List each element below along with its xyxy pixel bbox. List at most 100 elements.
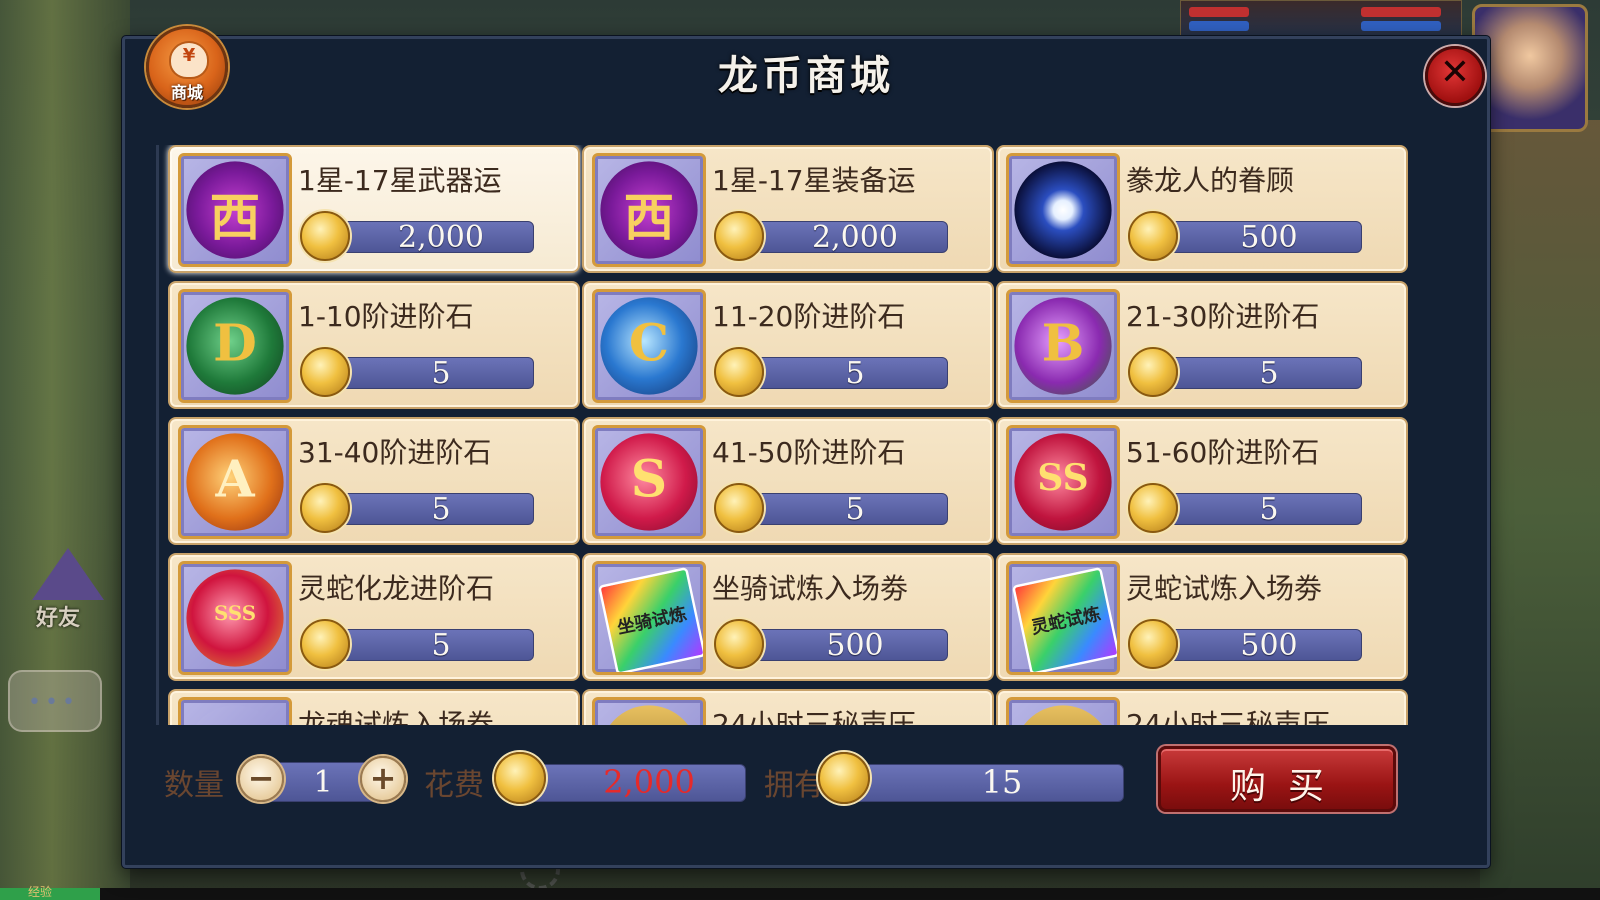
shop-item-card[interactable]: D 1-10阶进阶石 5 (168, 281, 580, 409)
decrease-quantity-button[interactable]: − (238, 756, 284, 802)
item-name: 24小时三秘声压 (712, 708, 916, 725)
grid-scroll-track[interactable] (156, 145, 159, 725)
close-button[interactable]: ✕ (1425, 46, 1485, 106)
shop-item-card[interactable]: 24小时三秘声压 (582, 689, 994, 725)
item-price-pill: 2,000 (732, 220, 948, 255)
mount-ticket-icon: 坐骑试炼 (597, 566, 703, 672)
item-price: 5 (431, 356, 451, 391)
item-icon-glyph: A (215, 449, 255, 509)
quantity-label: 数量 (164, 768, 224, 803)
background-dragon-pillar (0, 0, 130, 900)
hp-bar (1189, 7, 1249, 17)
dragon-coin-icon (1128, 211, 1178, 261)
item-icon-frame (1006, 153, 1120, 267)
dragon-coin-icon (714, 619, 764, 669)
shop-item-card[interactable]: B 21-30阶进阶石 5 (996, 281, 1408, 409)
increase-quantity-button[interactable]: + (360, 756, 406, 802)
moon-orb-icon (1014, 161, 1112, 259)
item-price: 5 (1259, 356, 1279, 391)
plus-icon: + (369, 759, 397, 797)
item-icon-frame: B (1006, 289, 1120, 403)
item-icon-glyph: 灵蛇试炼 (1029, 603, 1103, 639)
item-price: 500 (826, 628, 884, 663)
shop-item-card[interactable]: 灵蛇试炼 灵蛇试炼入场劵 500 (996, 553, 1408, 681)
stone-b-icon: B (1014, 297, 1112, 395)
item-name: 11-20阶进阶石 (712, 300, 906, 333)
item-name: 1星-17星武器运 (298, 164, 502, 197)
shop-item-card[interactable]: SS 51-60阶进阶石 5 (996, 417, 1408, 545)
friends-label: 好友 (36, 606, 81, 631)
item-icon-glyph: C (628, 313, 670, 373)
item-price-pill: 2,000 (318, 220, 534, 255)
dragon-coin-icon (714, 211, 764, 261)
shop-item-card[interactable]: 西 1星-17星装备运 2,000 (582, 145, 994, 273)
item-icon-frame: SS (1006, 425, 1120, 539)
shop-item-card[interactable]: 24小时三秘声压 (996, 689, 1408, 725)
item-icon-frame (592, 697, 706, 725)
item-icon-frame (178, 697, 292, 725)
gold-box-icon (1014, 705, 1112, 725)
top-hud-panel (1180, 0, 1462, 40)
ticket-icon (186, 705, 284, 725)
yen-symbol: ¥ (182, 45, 196, 66)
item-name: 24小时三秘声压 (1126, 708, 1330, 725)
purchase-bar: 数量 1 − + 花费 2,000 拥有 15 购买 (160, 746, 1400, 816)
shop-badge-icon: ¥ 商城 (146, 26, 228, 108)
item-icon-frame: 灵蛇试炼 (1006, 561, 1120, 675)
shop-item-card[interactable]: A 31-40阶进阶石 5 (168, 417, 580, 545)
cost-display: 2,000 (512, 763, 746, 802)
stone-s-icon: S (600, 433, 698, 531)
item-icon-frame: C (592, 289, 706, 403)
buy-button-label: 购买 (1229, 766, 1346, 807)
chat-button[interactable]: ••• (8, 670, 102, 732)
shop-item-card[interactable]: C 11-20阶进阶石 5 (582, 281, 994, 409)
shop-item-card[interactable]: 龙魂试炼入场券 (168, 689, 580, 725)
buy-button[interactable]: 购买 (1158, 746, 1396, 812)
item-price-pill: 5 (732, 356, 948, 391)
item-price-pill: 5 (318, 628, 534, 663)
owned-value: 15 (981, 763, 1023, 801)
cost-label: 花费 (424, 768, 484, 803)
shop-item-card[interactable]: 豢龙人的眷顾 500 (996, 145, 1408, 273)
stone-d-icon: D (186, 297, 284, 395)
shop-badge-label: 商城 (170, 83, 203, 102)
shop-item-card[interactable]: SSS 灵蛇化龙进阶石 5 (168, 553, 580, 681)
item-price-pill: 500 (1146, 628, 1362, 663)
friends-button[interactable]: 好友 (22, 548, 110, 638)
stone-c-icon: C (600, 297, 698, 395)
dragon-coin-icon (818, 752, 870, 804)
pet-mp-bar (1361, 21, 1441, 31)
close-icon: ✕ (1439, 52, 1471, 93)
item-name: 豢龙人的眷顾 (1126, 164, 1295, 197)
pet-hp-bar (1361, 7, 1441, 17)
money-bag-icon: ¥ (169, 41, 209, 79)
dragon-coin-icon (300, 619, 350, 669)
minus-icon: − (247, 759, 275, 797)
experience-bar: 经验 (0, 885, 1600, 900)
dragon-coin-icon (300, 347, 350, 397)
item-price: 5 (431, 492, 451, 527)
mp-bar (1189, 21, 1249, 31)
item-icon-frame: 坐骑试炼 (592, 561, 706, 675)
owned-display: 15 (840, 763, 1124, 802)
background-scenery (1480, 120, 1600, 900)
item-price-pill: 5 (318, 356, 534, 391)
item-icon-frame: SSS (178, 561, 292, 675)
item-name: 31-40阶进阶石 (298, 436, 492, 469)
dragon-coin-icon (494, 752, 546, 804)
item-icon-glyph: SSS (213, 601, 257, 626)
item-price-pill: 5 (318, 492, 534, 527)
item-icon-glyph: B (1041, 313, 1085, 373)
shop-item-card[interactable]: S 41-50阶进阶石 5 (582, 417, 994, 545)
snake-ticket-icon: 灵蛇试炼 (1011, 566, 1117, 672)
item-price-pill: 5 (1146, 492, 1362, 527)
item-grid[interactable]: 西 1星-17星武器运 2,000 西 1星-17星装备运 2,000 豢龙人的眷顾 500 D… (160, 145, 1428, 725)
item-icon-glyph: 西 (209, 188, 261, 248)
item-price-pill: 5 (732, 492, 948, 527)
shop-item-card[interactable]: 西 1星-17星武器运 2,000 (168, 145, 580, 273)
gold-box-icon (600, 705, 698, 725)
stone-a-icon: A (186, 433, 284, 531)
item-name: 1星-17星装备运 (712, 164, 916, 197)
friend-hat-icon (32, 548, 104, 600)
shop-item-card[interactable]: 坐骑试炼 坐骑试炼入场劵 500 (582, 553, 994, 681)
